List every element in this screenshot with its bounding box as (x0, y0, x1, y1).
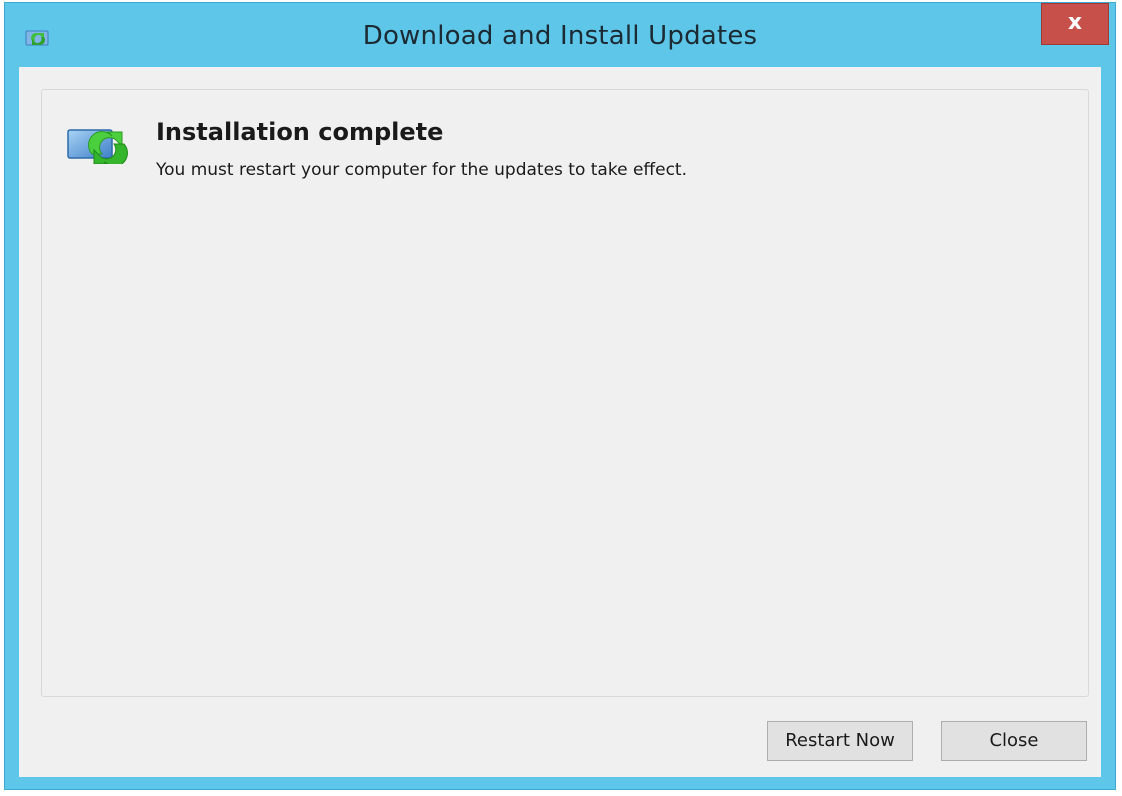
update-window: Download and Install Updates x Installat… (4, 2, 1116, 790)
status-panel: Installation complete You must restart y… (41, 89, 1089, 697)
restart-now-button[interactable]: Restart Now (767, 721, 913, 761)
status-heading: Installation complete (156, 118, 444, 146)
title-bar[interactable]: Download and Install Updates x (5, 3, 1115, 67)
window-title: Download and Install Updates (362, 21, 758, 51)
close-window-button[interactable]: x (1041, 3, 1109, 45)
dialog-body: Installation complete You must restart y… (19, 67, 1101, 777)
windows-update-icon (67, 129, 128, 164)
close-button[interactable]: Close (941, 721, 1087, 761)
status-message: You must restart your computer for the u… (156, 160, 688, 180)
